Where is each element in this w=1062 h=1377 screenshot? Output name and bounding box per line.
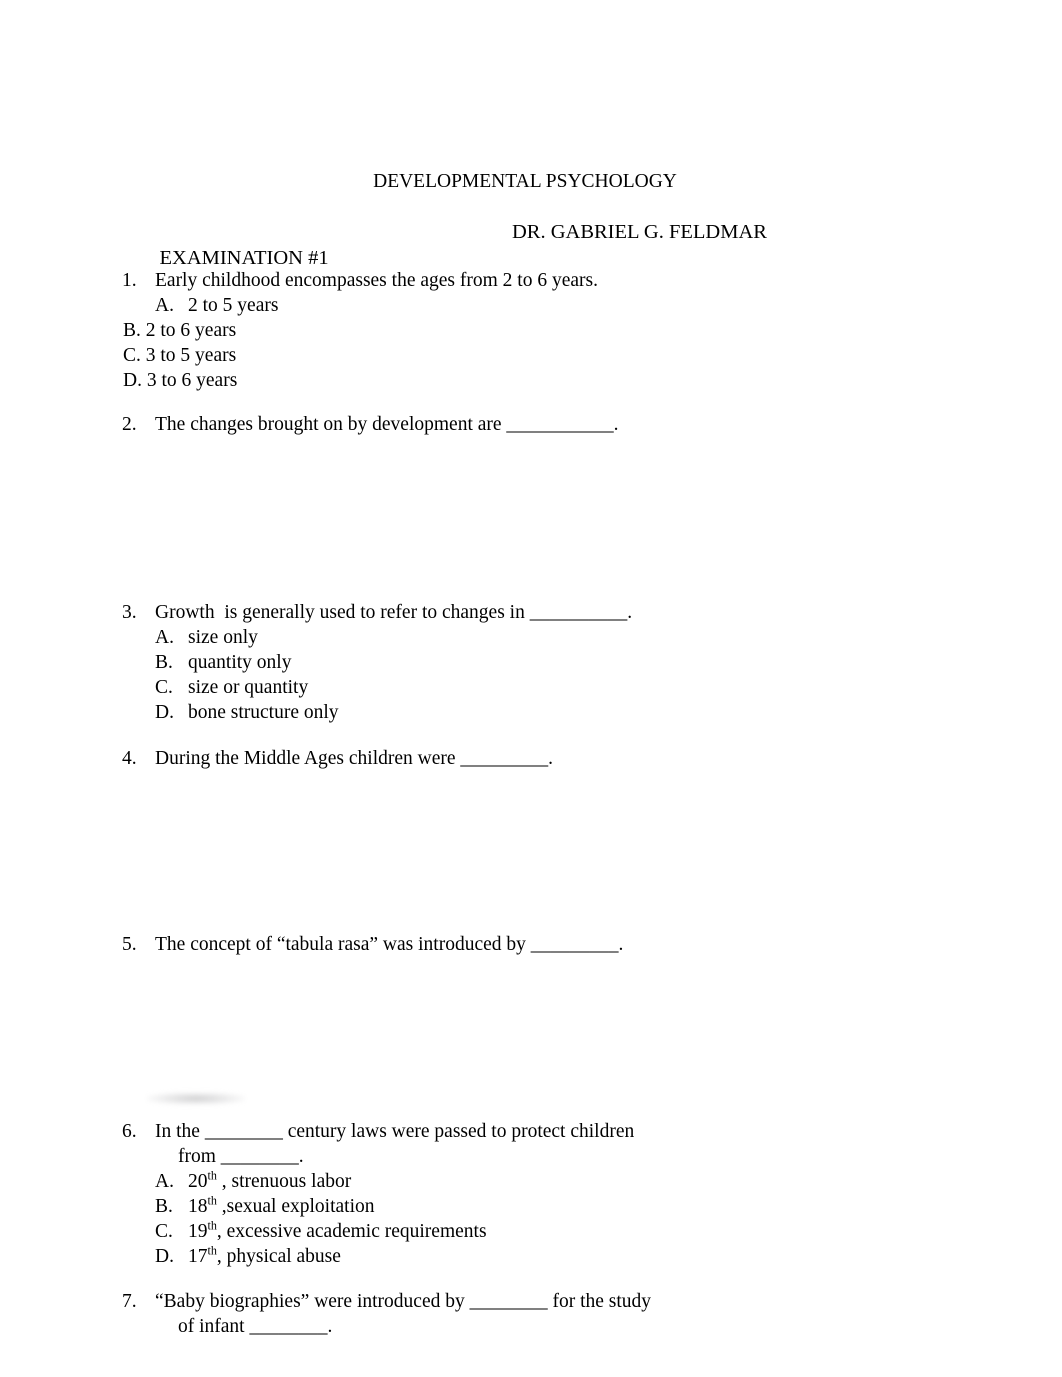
question-1-option-a[interactable]: A. 2 to 5 years <box>0 294 1062 319</box>
question-6-stem-text: In the ________ century laws were passed… <box>155 1121 635 1142</box>
question-7-stem-text: “Baby biographies” were introduced by __… <box>155 1291 652 1312</box>
option-text: , strenuous labor <box>216 1170 352 1192</box>
option-ordinal-base: 18 <box>188 1195 208 1217</box>
option-text: , excessive academic requirements <box>216 1220 487 1242</box>
question-3-option-a[interactable]: A. size only <box>0 626 1062 651</box>
option-text: , physical abuse <box>216 1245 341 1267</box>
question-1-option-c[interactable]: C. 3 to 5 years <box>0 344 1062 369</box>
question-2: 2. The changes brought on by development … <box>0 413 1062 438</box>
option-label: A. <box>155 294 174 316</box>
question-1-option-b[interactable]: B. 2 to 6 years <box>0 319 1062 344</box>
question-3: 3. Growth is generally used to refer to c… <box>0 601 1062 726</box>
option-label: C. <box>123 344 141 366</box>
option-ordinal-base: 19 <box>188 1220 208 1242</box>
question-1-stem-text: Early childhood encompasses the ages fro… <box>155 270 598 291</box>
question-7-stem: 7. “Baby biographies” were introduced by … <box>0 1290 1062 1315</box>
page-title: DEVELOPMENTAL PSYCHOLOGY <box>373 171 677 192</box>
question-6-option-d[interactable]: D. 17th, physical abuse <box>0 1243 1062 1270</box>
question-1: 1. Early childhood encompasses the ages f… <box>0 269 1062 394</box>
question-5-number: 5. <box>122 934 137 955</box>
option-label: A. <box>155 626 174 648</box>
question-3-option-c[interactable]: C. size or quantity <box>0 676 1062 701</box>
question-6: 6. In the ________ century laws were pass… <box>0 1120 1062 1270</box>
ordinal-suffix-icon: th <box>207 1168 217 1183</box>
question-6-stem-continued: from ________. <box>178 1145 304 1167</box>
option-label: B. <box>155 1195 173 1217</box>
question-1-stem: 1. Early childhood encompasses the ages f… <box>0 269 1062 294</box>
option-label: D. <box>123 369 142 391</box>
option-label: D. <box>155 1245 174 1267</box>
question-6-option-b[interactable]: B. 18th ,sexual exploitation <box>0 1193 1062 1220</box>
question-4-stem-text: During the Middle Ages children were ___… <box>155 748 554 769</box>
ordinal-suffix-icon: th <box>207 1243 217 1258</box>
question-3-stem-text: Growth is generally used to refer to cha… <box>155 602 633 623</box>
question-3-option-d[interactable]: D. bone structure only <box>0 701 1062 726</box>
option-text: size or quantity <box>188 676 309 698</box>
question-4-number: 4. <box>122 748 137 769</box>
option-ordinal-base: 17 <box>188 1245 208 1267</box>
option-text: 3 to 6 years <box>146 369 238 391</box>
instructor-name: DR. GABRIEL G. FELDMAR <box>512 221 767 243</box>
question-6-number: 6. <box>122 1121 137 1142</box>
question-7-number: 7. <box>122 1291 137 1312</box>
option-text: bone structure only <box>188 701 339 723</box>
question-4-stem: 4. During the Middle Ages children were _… <box>0 747 1062 772</box>
question-5-stem: 5. The concept of “tabula rasa” was intro… <box>0 933 1062 958</box>
option-text: quantity only <box>188 651 292 673</box>
question-4: 4. During the Middle Ages children were _… <box>0 747 1062 772</box>
question-2-stem-text: The changes brought on by development ar… <box>155 414 619 435</box>
question-6-stem: 6. In the ________ century laws were pass… <box>0 1120 1062 1145</box>
option-label: B. <box>155 651 173 673</box>
option-ordinal-base: 20 <box>188 1170 208 1192</box>
question-6-option-c[interactable]: C. 19th, excessive academic requirements <box>0 1218 1062 1245</box>
question-2-number: 2. <box>122 414 137 435</box>
option-text: size only <box>188 626 258 648</box>
option-label: C. <box>155 676 173 698</box>
option-text: 2 to 5 years <box>188 294 279 316</box>
option-label: D. <box>155 701 174 723</box>
ordinal-suffix-icon: th <box>207 1218 217 1233</box>
option-label: A. <box>155 1170 174 1192</box>
question-5-stem-text: The concept of “tabula rasa” was introdu… <box>155 934 624 955</box>
option-text: 2 to 6 years <box>145 319 237 341</box>
scan-artifact-smudge <box>147 1092 245 1105</box>
question-2-stem: 2. The changes brought on by development … <box>0 413 1062 438</box>
question-7-stem-continued: of infant ________. <box>178 1315 333 1337</box>
question-3-number: 3. <box>122 602 137 623</box>
question-3-option-b[interactable]: B. quantity only <box>0 651 1062 676</box>
exam-label: EXAMINATION #1 <box>159 247 329 270</box>
option-text: 3 to 5 years <box>145 344 237 366</box>
question-1-number: 1. <box>122 270 137 291</box>
question-5: 5. The concept of “tabula rasa” was intro… <box>0 933 1062 958</box>
option-label: C. <box>155 1220 173 1242</box>
question-6-option-a[interactable]: A. 20th , strenuous labor <box>0 1168 1062 1195</box>
ordinal-suffix-icon: th <box>207 1193 217 1208</box>
exam-page: DEVELOPMENTAL PSYCHOLOGY EXAMINATION #1 D… <box>0 0 1062 1377</box>
question-3-stem: 3. Growth is generally used to refer to c… <box>0 601 1062 626</box>
option-label: B. <box>123 319 141 341</box>
question-1-option-d[interactable]: D. 3 to 6 years <box>0 369 1062 394</box>
question-7: 7. “Baby biographies” were introduced by … <box>0 1290 1062 1340</box>
option-text: ,sexual exploitation <box>216 1195 375 1217</box>
